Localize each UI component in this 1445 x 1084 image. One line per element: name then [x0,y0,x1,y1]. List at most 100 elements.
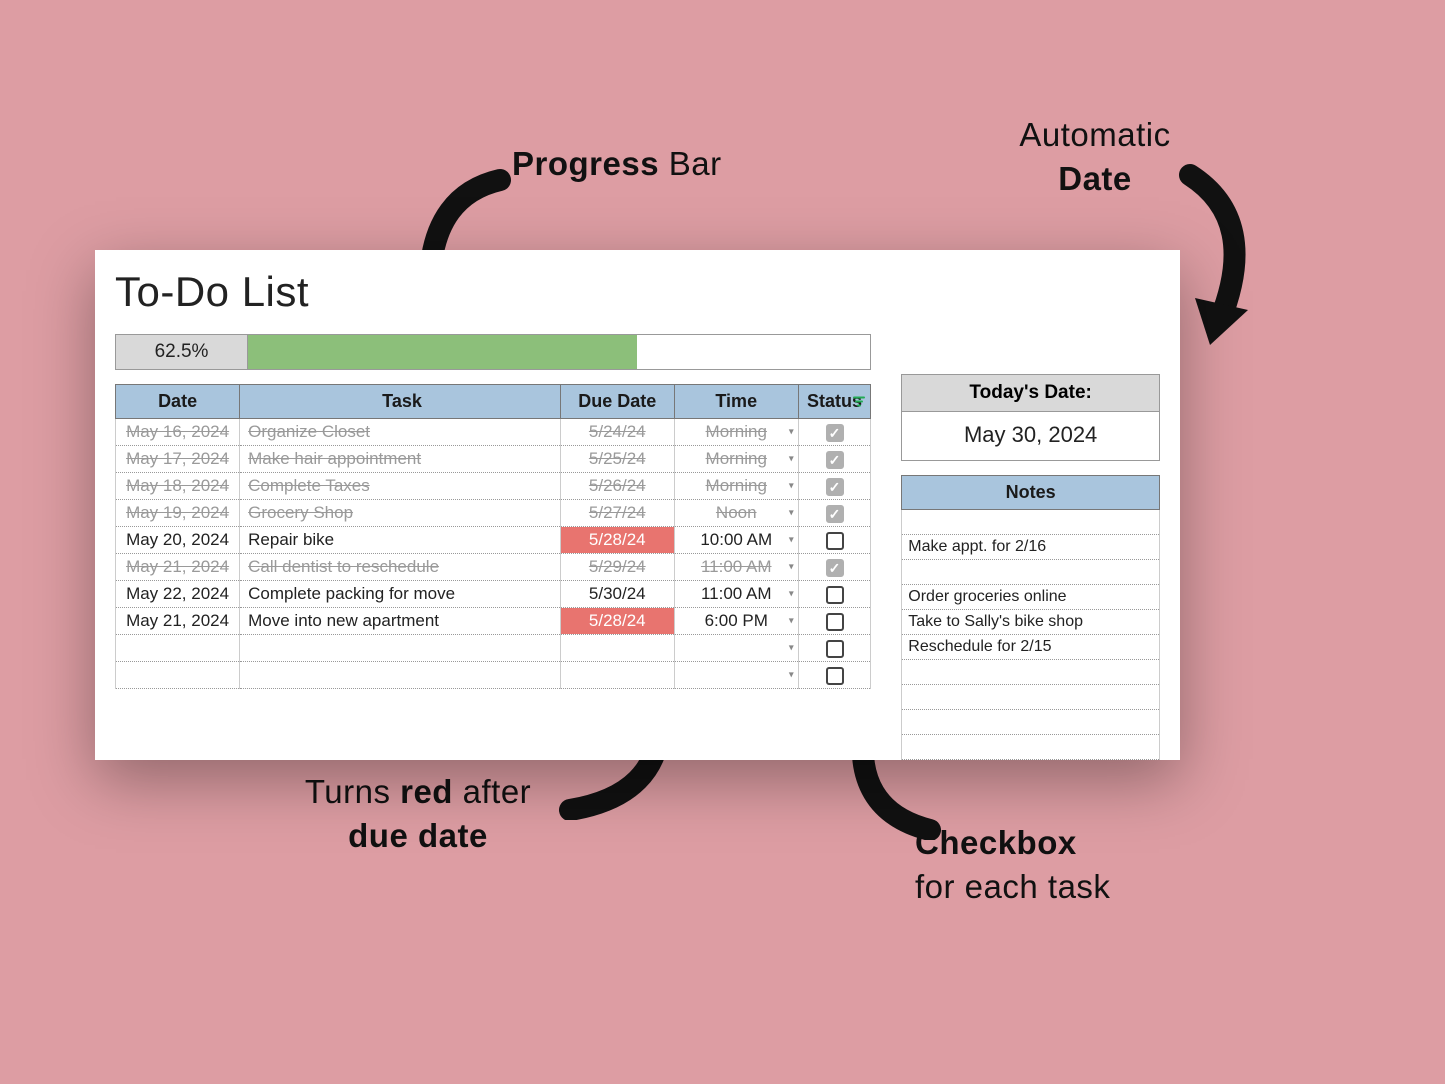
cell-date[interactable]: May 17, 2024 [116,446,240,473]
dropdown-arrow-icon[interactable]: ▾ [789,562,794,573]
table-row: May 17, 2024Make hair appointment5/25/24… [116,446,871,473]
notes-row [902,710,1160,735]
notes-cell[interactable] [902,660,1160,685]
notes-row: Order groceries online [902,585,1160,610]
cell-task[interactable]: Make hair appointment [240,446,561,473]
cell-date[interactable]: May 22, 2024 [116,581,240,608]
cell-date[interactable] [116,662,240,689]
dropdown-arrow-icon[interactable]: ▾ [789,427,794,438]
status-checkbox[interactable] [826,667,844,685]
cell-date[interactable]: May 18, 2024 [116,473,240,500]
notes-cell[interactable] [902,510,1160,535]
notes-cell[interactable]: Reschedule for 2/15 [902,635,1160,660]
header-task[interactable]: Task [240,385,561,419]
notes-row: Make appt. for 2/16 [902,535,1160,560]
cell-date[interactable]: May 21, 2024 [116,608,240,635]
progress-fill [248,335,637,369]
status-checkbox[interactable] [826,640,844,658]
cell-task[interactable]: Complete Taxes [240,473,561,500]
cell-time[interactable]: Morning▾ [674,446,798,473]
table-row: May 20, 2024Repair bike5/28/2410:00 AM▾ [116,527,871,554]
cell-time[interactable]: 11:00 AM▾ [674,554,798,581]
cell-due-date[interactable]: 5/30/24 [560,581,674,608]
dropdown-arrow-icon[interactable]: ▾ [789,535,794,546]
cell-due-date[interactable] [560,635,674,662]
cell-time[interactable]: Morning▾ [674,473,798,500]
cell-date[interactable]: May 19, 2024 [116,500,240,527]
dropdown-arrow-icon[interactable]: ▾ [789,454,794,465]
cell-task[interactable]: Complete packing for move [240,581,561,608]
cell-due-date[interactable]: 5/29/24 [560,554,674,581]
cell-time[interactable]: Morning▾ [674,419,798,446]
table-row: May 16, 2024Organize Closet5/24/24Mornin… [116,419,871,446]
cell-status [798,527,870,554]
filter-icon[interactable] [853,391,865,412]
cell-time[interactable]: Noon▾ [674,500,798,527]
status-checkbox[interactable] [826,559,844,577]
cell-task[interactable]: Repair bike [240,527,561,554]
table-row: May 21, 2024Move into new apartment5/28/… [116,608,871,635]
dropdown-arrow-icon[interactable]: ▾ [789,481,794,492]
notes-cell[interactable] [902,685,1160,710]
cell-due-date[interactable]: 5/27/24 [560,500,674,527]
notes-row [902,735,1160,760]
dropdown-arrow-icon[interactable]: ▾ [789,670,794,681]
cell-due-date[interactable]: 5/24/24 [560,419,674,446]
dropdown-arrow-icon[interactable]: ▾ [789,643,794,654]
notes-row: Take to Sally's bike shop [902,610,1160,635]
status-checkbox[interactable] [826,586,844,604]
status-checkbox[interactable] [826,424,844,442]
dropdown-arrow-icon[interactable]: ▾ [789,589,794,600]
spreadsheet-panel: To-Do List 62.5% Date Task Due Date Time [95,250,1180,760]
header-notes[interactable]: Notes [902,476,1160,510]
cell-due-date[interactable] [560,662,674,689]
table-row: May 21, 2024Call dentist to reschedule5/… [116,554,871,581]
cell-date[interactable]: May 21, 2024 [116,554,240,581]
cell-time[interactable]: 6:00 PM▾ [674,608,798,635]
cell-due-date[interactable]: 5/26/24 [560,473,674,500]
cell-task[interactable] [240,662,561,689]
cell-status [798,662,870,689]
cell-time[interactable]: ▾ [674,662,798,689]
dropdown-arrow-icon[interactable]: ▾ [789,508,794,519]
cell-task[interactable]: Call dentist to reschedule [240,554,561,581]
cell-time[interactable]: 11:00 AM▾ [674,581,798,608]
cell-task[interactable] [240,635,561,662]
cell-due-date[interactable]: 5/28/24 [560,608,674,635]
notes-cell[interactable] [902,560,1160,585]
table-row: ▾ [116,662,871,689]
cell-date[interactable] [116,635,240,662]
today-date-box: Today's Date: May 30, 2024 [901,374,1160,461]
notes-cell[interactable]: Order groceries online [902,585,1160,610]
notes-row [902,510,1160,535]
status-checkbox[interactable] [826,532,844,550]
cell-due-date[interactable]: 5/25/24 [560,446,674,473]
progress-percent-label: 62.5% [116,335,248,369]
cell-time[interactable]: ▾ [674,635,798,662]
status-checkbox[interactable] [826,505,844,523]
dropdown-arrow-icon[interactable]: ▾ [789,616,794,627]
cell-status [798,419,870,446]
cell-time[interactable]: 10:00 AM▾ [674,527,798,554]
status-checkbox[interactable] [826,451,844,469]
notes-cell[interactable]: Make appt. for 2/16 [902,535,1160,560]
header-time[interactable]: Time [674,385,798,419]
cell-due-date[interactable]: 5/28/24 [560,527,674,554]
status-checkbox[interactable] [826,478,844,496]
header-date[interactable]: Date [116,385,240,419]
notes-cell[interactable] [902,710,1160,735]
notes-table: Notes Make appt. for 2/16 Order groceries… [901,475,1160,760]
annotation-turns-red: Turns red after due date [278,773,558,855]
cell-date[interactable]: May 16, 2024 [116,419,240,446]
table-row: May 22, 2024Complete packing for move5/3… [116,581,871,608]
header-status[interactable]: Status [798,385,870,419]
cell-task[interactable]: Move into new apartment [240,608,561,635]
cell-task[interactable]: Organize Closet [240,419,561,446]
cell-task[interactable]: Grocery Shop [240,500,561,527]
cell-date[interactable]: May 20, 2024 [116,527,240,554]
notes-cell[interactable] [902,735,1160,760]
notes-cell[interactable]: Take to Sally's bike shop [902,610,1160,635]
status-checkbox[interactable] [826,613,844,631]
notes-row [902,660,1160,685]
header-due-date[interactable]: Due Date [560,385,674,419]
